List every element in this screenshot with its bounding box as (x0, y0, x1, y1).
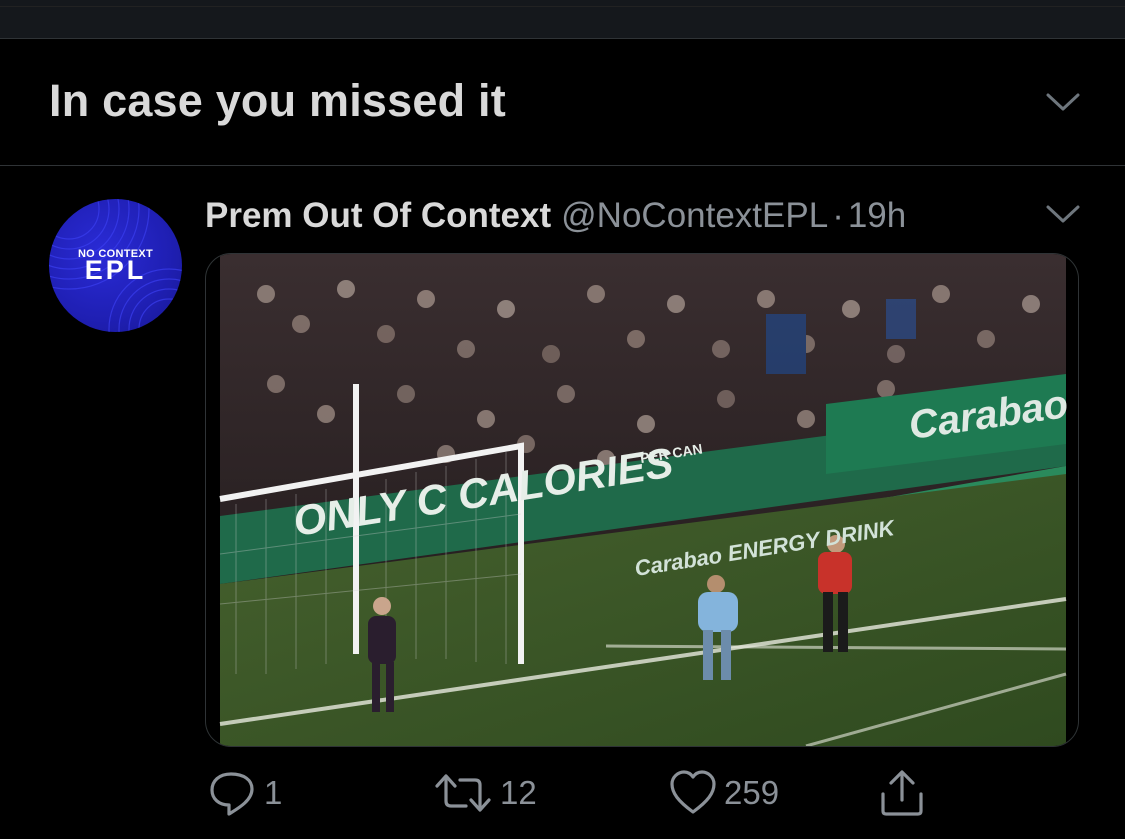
author-name[interactable]: Prem Out Of Context (205, 196, 551, 235)
tweet-media[interactable]: ONLY C CALORIES PER CAN Carabao Carabao … (205, 253, 1079, 747)
chevron-down-icon[interactable] (1044, 88, 1082, 116)
heart-icon (670, 770, 716, 814)
top-divider (0, 6, 1125, 7)
author-handle[interactable]: @NoContextEPL (561, 196, 828, 235)
share-button[interactable] (878, 768, 926, 818)
tweet-actions: 1 12 259 (0, 760, 1125, 830)
chevron-down-icon[interactable] (1044, 200, 1082, 228)
retweet-button[interactable]: 12 (432, 768, 537, 818)
avatar[interactable]: NO CONTEXT EPL (49, 199, 182, 332)
top-bar (0, 0, 1125, 39)
section-title: In case you missed it (49, 75, 506, 126)
share-icon (881, 770, 923, 816)
reply-button[interactable]: 1 (206, 768, 282, 818)
video-thumbnail: ONLY C CALORIES PER CAN Carabao Carabao … (206, 254, 1078, 746)
like-count: 259 (724, 774, 780, 811)
retweet-count: 12 (500, 774, 537, 811)
tweet-time[interactable]: 19h (848, 196, 906, 235)
separator-dot: · (832, 196, 844, 235)
reply-icon (210, 772, 254, 816)
reply-count: 1 (264, 774, 283, 811)
avatar-text-main: EPL (84, 255, 147, 285)
retweet-icon (435, 774, 491, 812)
like-button[interactable]: 259 (668, 768, 779, 818)
tweet-header: Prem Out Of Context @NoContextEPL · 19h (205, 196, 906, 240)
